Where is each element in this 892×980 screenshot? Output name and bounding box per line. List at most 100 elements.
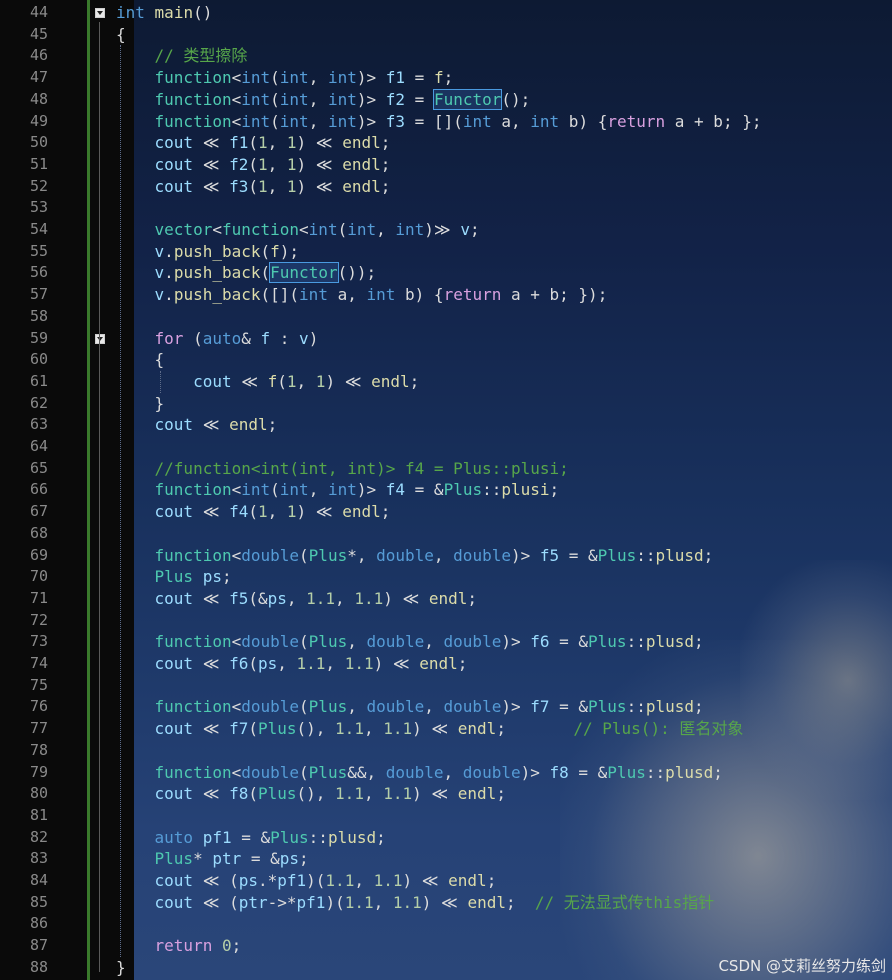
code-token: v	[154, 263, 165, 283]
code-token: f2	[229, 154, 249, 174]
code-token: cout	[154, 154, 194, 174]
code-token: push_back	[173, 285, 261, 305]
code-line[interactable]: {	[116, 349, 165, 371]
code-line[interactable]: function<int(int, int)> f3 = [](int a, i…	[116, 111, 762, 133]
code-token: plusd	[655, 545, 704, 565]
code-line[interactable]: cout ≪ f(1, 1) ≪ endl;	[116, 371, 419, 393]
code-token: Plus	[257, 784, 297, 804]
fold-range-line	[99, 22, 100, 972]
code-token: &&,	[347, 762, 386, 782]
code-token: ;	[380, 502, 391, 522]
code-token: ;	[549, 480, 560, 500]
code-line[interactable]: cout ≪ f4(1, 1) ≪ endl;	[116, 501, 391, 523]
code-token: (&	[248, 588, 268, 608]
line-number: 55	[29, 241, 48, 260]
code-line[interactable]: cout ≪ endl;	[116, 414, 278, 436]
code-line[interactable]: v.push_back([](int a, int b) {return a +…	[116, 284, 608, 306]
code-token: )>	[356, 68, 386, 88]
code-token: f	[260, 328, 271, 348]
code-token: (	[248, 784, 258, 804]
code-token: endl	[457, 719, 497, 739]
code-token: main	[154, 3, 194, 22]
code-editor[interactable]: 44 45 46 47 48 49 50 51 52 53 54 55 56 57 58 59 60 61 62 63…	[0, 0, 892, 980]
code-token: <	[212, 220, 222, 239]
code-line[interactable]: }	[116, 393, 165, 415]
code-token: ());	[337, 263, 377, 283]
code-token: // 无法显式传this指针	[534, 892, 715, 912]
code-token: a + b; };	[665, 111, 762, 131]
code-token: ,	[325, 654, 345, 673]
code-line[interactable]: return 0;	[116, 935, 242, 957]
code-line[interactable]: function<int(int, int)> f4 = &Plus::plus…	[116, 479, 560, 501]
code-token: auto	[154, 827, 194, 847]
fold-toggle-icon[interactable]	[95, 333, 105, 344]
code-line[interactable]: Plus* ptr = &ps;	[116, 848, 309, 870]
code-line[interactable]: cout ≪ (ptr->*pf1)(1.1, 1.1) ≪ endl; // …	[116, 892, 715, 914]
code-line[interactable]: Plus ps;	[116, 566, 232, 588]
code-line[interactable]: function<double(Plus&&, double, double)>…	[116, 762, 723, 784]
code-token: (),	[296, 784, 336, 804]
code-token: double	[241, 545, 300, 565]
code-token: cout	[154, 719, 194, 739]
code-token: cout	[154, 654, 194, 673]
code-token: )>	[501, 632, 531, 652]
code-line[interactable]: cout ≪ f5(&ps, 1.1, 1.1) ≪ endl;	[116, 588, 478, 610]
code-token: double	[385, 762, 444, 782]
code-line[interactable]: v.push_back(f);	[116, 241, 300, 263]
code-token: endl	[371, 371, 410, 391]
code-line[interactable]: int main()	[116, 2, 212, 24]
code-line[interactable]: function<int(int, int)> f1 = f;	[116, 67, 454, 89]
code-token: ;	[694, 632, 704, 652]
code-token: Plus	[308, 632, 348, 652]
code-token: function	[221, 220, 300, 239]
code-token: 1	[286, 154, 297, 174]
indent-guide	[160, 370, 161, 393]
code-token: }	[116, 957, 126, 977]
line-number: 87	[29, 936, 48, 955]
code-token: (	[248, 654, 258, 673]
code-line[interactable]: function<double(Plus*, double, double)> …	[116, 545, 714, 567]
code-token: (	[270, 111, 280, 131]
code-line[interactable]: vector<function<int(int, int)≫ v;	[116, 219, 480, 241]
code-token: {	[116, 24, 126, 44]
code-token: endl	[467, 892, 506, 912]
code-line[interactable]: cout ≪ f3(1, 1) ≪ endl;	[116, 176, 391, 198]
code-line[interactable]: {	[116, 24, 126, 46]
code-token: cout	[154, 415, 194, 435]
code-token: endl	[342, 154, 381, 174]
code-line[interactable]: cout ≪ f6(ps, 1.1, 1.1) ≪ endl;	[116, 653, 468, 675]
code-token: )>	[356, 89, 386, 109]
code-line[interactable]: cout ≪ f2(1, 1) ≪ endl;	[116, 154, 391, 176]
code-token: )>	[520, 762, 550, 782]
code-token: cout	[154, 871, 194, 890]
code-line[interactable]: cout ≪ f1(1, 1) ≪ endl;	[116, 132, 391, 154]
code-token: Plus	[154, 849, 194, 869]
code-token: .	[164, 241, 174, 261]
code-token: ;	[409, 371, 420, 391]
code-token: ,	[267, 176, 287, 196]
code-line[interactable]: for (auto& f : v)	[116, 328, 319, 350]
code-line[interactable]: //function<int(int, int)> f4 = Plus::plu…	[116, 458, 569, 480]
code-line[interactable]: auto pf1 = &Plus::plusd;	[116, 827, 386, 849]
code-line[interactable]: function<double(Plus, double, double)> f…	[116, 631, 704, 653]
code-line[interactable]: cout ≪ f7(Plus(), 1.1, 1.1) ≪ endl; // P…	[116, 718, 744, 740]
code-line[interactable]: v.push_back(Functor());	[116, 262, 376, 284]
code-line[interactable]: }	[116, 957, 126, 979]
code-token: ,	[277, 654, 297, 673]
code-line[interactable]: // 类型擦除	[116, 45, 248, 67]
code-line[interactable]: cout ≪ f8(Plus(), 1.1, 1.1) ≪ endl;	[116, 783, 506, 805]
code-token: ::	[308, 827, 328, 847]
code-token: int	[279, 68, 309, 88]
fold-toggle-icon[interactable]	[95, 8, 105, 18]
code-token: (),	[296, 719, 336, 739]
code-line[interactable]: cout ≪ (ps.*pf1)(1.1, 1.1) ≪ endl;	[116, 870, 497, 892]
code-line[interactable]: function<double(Plus, double, double)> f…	[116, 696, 704, 718]
code-line[interactable]: function<int(int, int)> f2 = Functor();	[116, 88, 530, 111]
